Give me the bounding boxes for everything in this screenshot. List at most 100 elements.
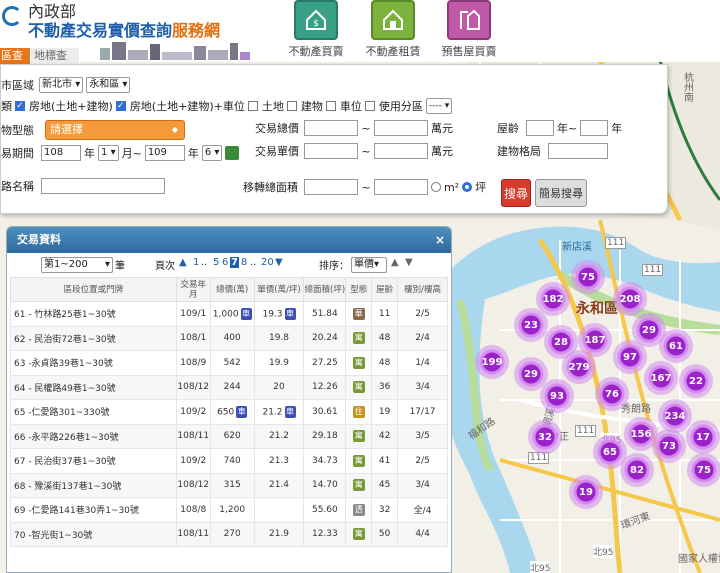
row-building-type: 物型態 請選擇 ◆: [1, 120, 185, 140]
search-button[interactable]: 搜尋: [501, 179, 531, 207]
page-current[interactable]: 7: [230, 257, 239, 268]
type-tag: 寓: [352, 479, 365, 492]
table-row[interactable]: 67 - 民治街37巷1~30號 109/2 740 21.3 34.73 寓 41 2/5: [10, 448, 448, 474]
city-select[interactable]: 新北市 ▾: [39, 77, 84, 93]
type-checkbox-zoning[interactable]: [364, 101, 375, 111]
sort-select[interactable]: 單價▾: [351, 257, 387, 273]
page-link[interactable]: 8: [241, 257, 247, 268]
col-header-date[interactable]: 交易年月: [175, 277, 211, 302]
simple-search-button[interactable]: 簡易搜尋: [535, 179, 587, 207]
building-type-select[interactable]: 請選擇 ◆: [45, 120, 185, 140]
map-cluster-marker[interactable]: 75: [571, 260, 605, 294]
unit-value: 19.3: [262, 309, 283, 320]
tab-presale-sale[interactable]: 預售屋買賣: [429, 0, 509, 59]
type-checkbox-land[interactable]: [247, 101, 258, 111]
map-cluster-marker[interactable]: 199: [475, 345, 509, 379]
layout-input[interactable]: [548, 143, 608, 159]
tab-real-estate-rental[interactable]: 不動產租賃: [353, 0, 433, 59]
unit-value: 20: [273, 382, 285, 393]
col-header-age[interactable]: 屋齡: [371, 277, 399, 302]
period-label: 易期間: [1, 147, 34, 160]
type-checkbox-house[interactable]: ✓: [15, 101, 25, 111]
unit-price-min-input[interactable]: [304, 143, 358, 159]
from-month-select[interactable]: 1 ▾: [98, 145, 119, 161]
table-row[interactable]: 61 - 竹林路25巷1~30號 109/1 1,000 車 19.3 車 51.84 華 11…: [10, 301, 448, 327]
unit-value: 21.3: [268, 455, 290, 466]
cell-unit: 21.2 車: [253, 399, 305, 425]
radio-ping[interactable]: [462, 182, 473, 192]
map-cluster-marker[interactable]: 167: [644, 361, 678, 395]
page-link[interactable]: 6: [222, 257, 228, 268]
next-page-icon[interactable]: ▼: [275, 257, 283, 268]
to-year-input[interactable]: 109: [144, 145, 185, 161]
col-header-area[interactable]: 總面積(坪): [303, 277, 347, 302]
tab-landmark-search[interactable]: 地標查詢: [31, 48, 79, 78]
zoning-select[interactable]: ---- ▾: [425, 98, 453, 114]
map-cluster-marker[interactable]: 19: [569, 475, 603, 509]
total-price-min-input[interactable]: [304, 120, 358, 136]
sort-asc-icon[interactable]: ▲: [391, 257, 399, 268]
map-cluster-marker[interactable]: 32: [528, 420, 562, 454]
range-suffix: 筆: [115, 261, 125, 272]
map-cluster-marker[interactable]: 279: [562, 350, 596, 384]
area-min-input[interactable]: [304, 179, 358, 195]
tab-area-search[interactable]: 區查詢: [0, 48, 30, 78]
col-header-type[interactable]: 型態: [345, 277, 373, 302]
col-header-floor[interactable]: 樓別/樓高: [397, 277, 448, 302]
range-select[interactable]: 第1~200 ▾: [41, 257, 113, 273]
cell-floor: 4/4: [397, 521, 448, 547]
calendar-icon[interactable]: [225, 146, 240, 160]
table-row[interactable]: 69 -仁愛路141巷30弄1~30號 108/8 1,200 55.60 透 32 全/4: [10, 497, 448, 523]
map-cluster-marker[interactable]: 82: [620, 453, 654, 487]
map-cluster-marker[interactable]: 76: [595, 377, 629, 411]
cell-type: 寓: [345, 521, 373, 547]
page-link[interactable]: 20: [261, 257, 274, 268]
map-cluster-marker[interactable]: 208: [613, 282, 647, 316]
map-cluster-marker[interactable]: 23: [514, 308, 548, 342]
district-select[interactable]: 永和區 ▾: [86, 77, 131, 93]
sort-desc-icon[interactable]: ▼: [405, 257, 413, 268]
type-checkbox-building[interactable]: [286, 101, 297, 111]
tab-real-estate-sale[interactable]: $ 不動產買賣: [276, 0, 356, 59]
road-input[interactable]: [41, 178, 165, 194]
table-row[interactable]: 70 -智光街1~30號 108/11 270 21.9 12.33 寓 50 4/4: [10, 521, 448, 547]
table-row[interactable]: 68 - 豫溪街137巷1~30號 108/12 315 21.4 14.70 寓 45 3/…: [10, 472, 448, 498]
unit-price-max-input[interactable]: [374, 143, 428, 159]
map-cluster-marker[interactable]: 22: [679, 364, 713, 398]
area-max-input[interactable]: [374, 179, 428, 195]
map-cluster-marker[interactable]: 61: [659, 329, 693, 363]
type-checkbox-house-parking[interactable]: ✓: [115, 101, 126, 111]
prev-page-icon[interactable]: ▲: [179, 257, 187, 268]
table-row[interactable]: 63 -永貞路39巷1~30號 108/9 542 19.9 27.25 寓 48 1/4: [10, 350, 448, 376]
table-row[interactable]: 64 - 民權路49巷1~30號 108/12 244 20 12.26 寓 36 3/4: [10, 374, 448, 400]
map-cluster-marker[interactable]: 93: [540, 379, 574, 413]
page-link[interactable]: 1: [193, 257, 199, 268]
map-cluster-marker[interactable]: 75: [687, 453, 720, 487]
map-cluster-marker[interactable]: 73: [652, 429, 686, 463]
map-cluster-marker[interactable]: 97: [613, 340, 647, 374]
type-checkbox-parking[interactable]: [325, 101, 336, 111]
page-link[interactable]: 5: [213, 257, 219, 268]
cell-type: 寓: [345, 448, 373, 474]
total-price-max-input[interactable]: [374, 120, 428, 136]
close-icon[interactable]: ×: [435, 227, 445, 253]
age-max-input[interactable]: [580, 120, 609, 136]
table-row[interactable]: 66 -永平路226巷1~30號 108/11 620 21.2 29.18 寓 42 3/5: [10, 423, 448, 449]
range-separator: ~: [361, 180, 371, 194]
from-year-input[interactable]: 108: [41, 145, 81, 161]
cell-date: 109/1: [175, 301, 211, 327]
table-row[interactable]: 65 -仁愛路301~330號 109/2 650 車 21.2 車 30.61 住 19 17/…: [10, 399, 448, 425]
age-min-input[interactable]: [526, 120, 554, 136]
to-month-select[interactable]: 6 ▾: [201, 145, 223, 161]
site-title[interactable]: 不動產交易實價查詢服務網: [28, 17, 220, 41]
table-header-row: 區段位置或門牌 交易年月 總價(萬) 單價(萬/坪) 總面積(坪) 型態 屋齡 …: [10, 277, 448, 302]
col-header-total[interactable]: 總價(萬): [209, 277, 255, 302]
radio-m2[interactable]: [431, 182, 441, 192]
row-age: 屋齡 年~ 年: [497, 120, 622, 136]
map-cluster-marker[interactable]: 234: [658, 399, 692, 433]
map-cluster-marker[interactable]: 17: [686, 420, 720, 454]
col-header-unit[interactable]: 單價(萬/坪): [253, 277, 305, 302]
total-value: 1,200: [219, 504, 246, 515]
table-row[interactable]: 62 - 民治街72巷1~30號 108/1 400 19.8 20.24 寓 48 2/4: [10, 325, 448, 351]
col-header-address[interactable]: 區段位置或門牌: [10, 277, 177, 302]
